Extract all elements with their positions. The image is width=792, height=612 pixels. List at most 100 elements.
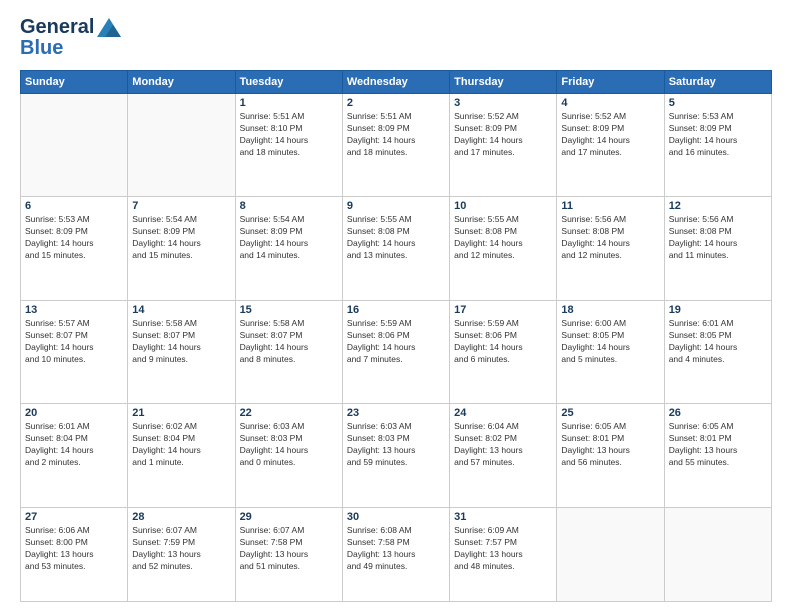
day-number: 8 bbox=[240, 200, 338, 212]
page: General Blue SundayMondayTuesdayWednesda… bbox=[0, 0, 792, 612]
day-info: Sunrise: 5:54 AM Sunset: 8:09 PM Dayligh… bbox=[132, 214, 230, 262]
week-row-4: 20 Sunrise: 6:01 AM Sunset: 8:04 PM Dayli… bbox=[21, 404, 772, 507]
day-number: 19 bbox=[669, 304, 767, 316]
day-info: Sunrise: 6:04 AM Sunset: 8:02 PM Dayligh… bbox=[454, 421, 552, 469]
day-number: 2 bbox=[347, 97, 445, 109]
table-cell: 28 Sunrise: 6:07 AM Sunset: 7:59 PM Dayli… bbox=[128, 507, 235, 601]
day-info: Sunrise: 6:01 AM Sunset: 8:05 PM Dayligh… bbox=[669, 318, 767, 366]
day-info: Sunrise: 5:57 AM Sunset: 8:07 PM Dayligh… bbox=[25, 318, 123, 366]
day-info: Sunrise: 5:52 AM Sunset: 8:09 PM Dayligh… bbox=[561, 111, 659, 159]
logo: General Blue bbox=[20, 16, 123, 60]
day-info: Sunrise: 5:53 AM Sunset: 8:09 PM Dayligh… bbox=[25, 214, 123, 262]
day-number: 28 bbox=[132, 511, 230, 523]
table-cell bbox=[557, 507, 664, 601]
table-cell: 2 Sunrise: 5:51 AM Sunset: 8:09 PM Daylig… bbox=[342, 94, 449, 197]
day-number: 18 bbox=[561, 304, 659, 316]
day-number: 5 bbox=[669, 97, 767, 109]
table-cell: 30 Sunrise: 6:08 AM Sunset: 7:58 PM Dayli… bbox=[342, 507, 449, 601]
table-cell bbox=[664, 507, 771, 601]
day-info: Sunrise: 6:05 AM Sunset: 8:01 PM Dayligh… bbox=[669, 421, 767, 469]
day-info: Sunrise: 5:58 AM Sunset: 8:07 PM Dayligh… bbox=[240, 318, 338, 366]
table-cell: 11 Sunrise: 5:56 AM Sunset: 8:08 PM Dayli… bbox=[557, 197, 664, 300]
day-info: Sunrise: 6:07 AM Sunset: 7:58 PM Dayligh… bbox=[240, 525, 338, 573]
table-cell: 6 Sunrise: 5:53 AM Sunset: 8:09 PM Daylig… bbox=[21, 197, 128, 300]
table-cell: 7 Sunrise: 5:54 AM Sunset: 8:09 PM Daylig… bbox=[128, 197, 235, 300]
week-row-5: 27Sunrise: 6:06 AM Sunset: 8:00 PM Dayli… bbox=[21, 507, 772, 601]
table-cell: 9Sunrise: 5:55 AM Sunset: 8:08 PM Daylig… bbox=[342, 197, 449, 300]
header-friday: Friday bbox=[557, 71, 664, 94]
day-number: 9 bbox=[347, 200, 445, 212]
header-saturday: Saturday bbox=[664, 71, 771, 94]
day-info: Sunrise: 5:54 AM Sunset: 8:09 PM Dayligh… bbox=[240, 214, 338, 262]
table-cell: 4 Sunrise: 5:52 AM Sunset: 8:09 PM Daylig… bbox=[557, 94, 664, 197]
day-info: Sunrise: 6:01 AM Sunset: 8:04 PM Dayligh… bbox=[25, 421, 123, 469]
table-cell: 31 Sunrise: 6:09 AM Sunset: 7:57 PM Dayli… bbox=[450, 507, 557, 601]
header: General Blue bbox=[20, 16, 772, 60]
table-cell: 14 Sunrise: 5:58 AM Sunset: 8:07 PM Dayli… bbox=[128, 300, 235, 403]
day-number: 17 bbox=[454, 304, 552, 316]
table-cell: 12 Sunrise: 5:56 AM Sunset: 8:08 PM Dayli… bbox=[664, 197, 771, 300]
day-number: 6 bbox=[25, 200, 123, 212]
week-row-3: 13 Sunrise: 5:57 AM Sunset: 8:07 PM Dayli… bbox=[21, 300, 772, 403]
table-cell: 18 Sunrise: 6:00 AM Sunset: 8:05 PM Dayli… bbox=[557, 300, 664, 403]
day-info: Sunrise: 6:07 AM Sunset: 7:59 PM Dayligh… bbox=[132, 525, 230, 573]
day-info: Sunrise: 5:59 AM Sunset: 8:06 PM Dayligh… bbox=[347, 318, 445, 366]
table-cell: 17 Sunrise: 5:59 AM Sunset: 8:06 PM Dayli… bbox=[450, 300, 557, 403]
day-number: 22 bbox=[240, 407, 338, 419]
day-info: Sunrise: 5:53 AM Sunset: 8:09 PM Dayligh… bbox=[669, 111, 767, 159]
day-info: Sunrise: 6:09 AM Sunset: 7:57 PM Dayligh… bbox=[454, 525, 552, 573]
day-info: Sunrise: 5:51 AM Sunset: 8:10 PM Dayligh… bbox=[240, 111, 338, 159]
table-cell: 13 Sunrise: 5:57 AM Sunset: 8:07 PM Dayli… bbox=[21, 300, 128, 403]
table-cell: 27Sunrise: 6:06 AM Sunset: 8:00 PM Dayli… bbox=[21, 507, 128, 601]
table-cell: 8 Sunrise: 5:54 AM Sunset: 8:09 PM Daylig… bbox=[235, 197, 342, 300]
table-cell: 3 Sunrise: 5:52 AM Sunset: 8:09 PM Daylig… bbox=[450, 94, 557, 197]
day-number: 21 bbox=[132, 407, 230, 419]
day-number: 30 bbox=[347, 511, 445, 523]
day-info: Sunrise: 6:05 AM Sunset: 8:01 PM Dayligh… bbox=[561, 421, 659, 469]
table-cell: 19 Sunrise: 6:01 AM Sunset: 8:05 PM Dayli… bbox=[664, 300, 771, 403]
table-cell: 26Sunrise: 6:05 AM Sunset: 8:01 PM Dayli… bbox=[664, 404, 771, 507]
calendar-header-row: SundayMondayTuesdayWednesdayThursdayFrid… bbox=[21, 71, 772, 94]
day-number: 10 bbox=[454, 200, 552, 212]
table-cell: 15 Sunrise: 5:58 AM Sunset: 8:07 PM Dayli… bbox=[235, 300, 342, 403]
table-cell bbox=[21, 94, 128, 197]
day-number: 31 bbox=[454, 511, 552, 523]
table-cell: 22 Sunrise: 6:03 AM Sunset: 8:03 PM Dayli… bbox=[235, 404, 342, 507]
day-info: Sunrise: 5:56 AM Sunset: 8:08 PM Dayligh… bbox=[561, 214, 659, 262]
table-cell: 16 Sunrise: 5:59 AM Sunset: 8:06 PM Dayli… bbox=[342, 300, 449, 403]
header-monday: Monday bbox=[128, 71, 235, 94]
table-cell bbox=[128, 94, 235, 197]
day-number: 3 bbox=[454, 97, 552, 109]
day-info: Sunrise: 5:59 AM Sunset: 8:06 PM Dayligh… bbox=[454, 318, 552, 366]
day-info: Sunrise: 6:02 AM Sunset: 8:04 PM Dayligh… bbox=[132, 421, 230, 469]
day-info: Sunrise: 5:56 AM Sunset: 8:08 PM Dayligh… bbox=[669, 214, 767, 262]
table-cell: 25 Sunrise: 6:05 AM Sunset: 8:01 PM Dayli… bbox=[557, 404, 664, 507]
day-number: 20 bbox=[25, 407, 123, 419]
day-info: Sunrise: 5:52 AM Sunset: 8:09 PM Dayligh… bbox=[454, 111, 552, 159]
week-row-2: 6 Sunrise: 5:53 AM Sunset: 8:09 PM Daylig… bbox=[21, 197, 772, 300]
day-info: Sunrise: 6:03 AM Sunset: 8:03 PM Dayligh… bbox=[347, 421, 445, 469]
logo-icon bbox=[96, 17, 122, 39]
table-cell: 29Sunrise: 6:07 AM Sunset: 7:58 PM Dayli… bbox=[235, 507, 342, 601]
day-info: Sunrise: 6:00 AM Sunset: 8:05 PM Dayligh… bbox=[561, 318, 659, 366]
day-number: 16 bbox=[347, 304, 445, 316]
day-number: 25 bbox=[561, 407, 659, 419]
day-info: Sunrise: 6:03 AM Sunset: 8:03 PM Dayligh… bbox=[240, 421, 338, 469]
header-thursday: Thursday bbox=[450, 71, 557, 94]
day-number: 7 bbox=[132, 200, 230, 212]
day-number: 4 bbox=[561, 97, 659, 109]
day-info: Sunrise: 6:08 AM Sunset: 7:58 PM Dayligh… bbox=[347, 525, 445, 573]
day-info: Sunrise: 5:51 AM Sunset: 8:09 PM Dayligh… bbox=[347, 111, 445, 159]
header-sunday: Sunday bbox=[21, 71, 128, 94]
day-number: 13 bbox=[25, 304, 123, 316]
day-info: Sunrise: 5:58 AM Sunset: 8:07 PM Dayligh… bbox=[132, 318, 230, 366]
calendar-table: SundayMondayTuesdayWednesdayThursdayFrid… bbox=[20, 70, 772, 602]
day-number: 14 bbox=[132, 304, 230, 316]
day-number: 15 bbox=[240, 304, 338, 316]
day-number: 1 bbox=[240, 97, 338, 109]
day-number: 11 bbox=[561, 200, 659, 212]
table-cell: 21 Sunrise: 6:02 AM Sunset: 8:04 PM Dayli… bbox=[128, 404, 235, 507]
day-number: 27 bbox=[25, 511, 123, 523]
header-wednesday: Wednesday bbox=[342, 71, 449, 94]
day-number: 12 bbox=[669, 200, 767, 212]
